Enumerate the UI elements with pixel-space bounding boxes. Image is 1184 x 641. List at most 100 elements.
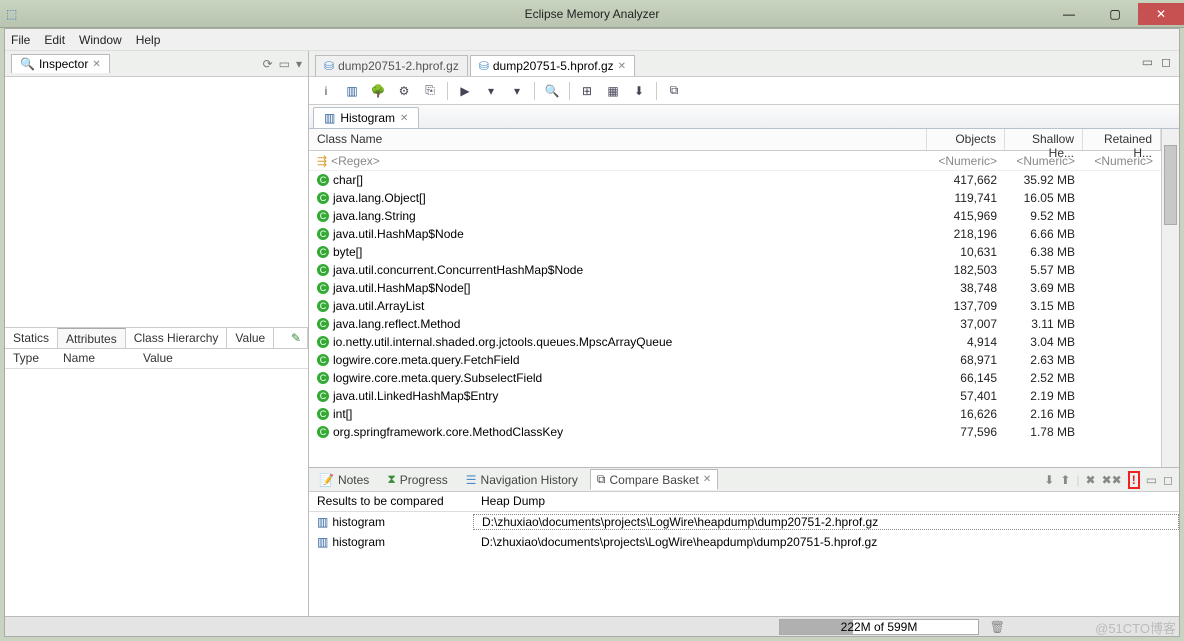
- col-value[interactable]: Value: [135, 349, 181, 368]
- basket-icon: ⧉: [597, 472, 606, 487]
- class-icon: C: [317, 372, 329, 384]
- compare-results-button[interactable]: !: [1128, 471, 1140, 489]
- table-row[interactable]: Cbyte[]10,6316.38 MB: [309, 243, 1161, 261]
- tab-progress[interactable]: ⧗Progress: [381, 470, 453, 489]
- remove-icon[interactable]: ✖: [1086, 473, 1096, 487]
- sync-icon[interactable]: ⟳: [263, 57, 273, 71]
- move-up-icon[interactable]: ⬆: [1060, 473, 1070, 487]
- histogram-icon: ▥: [324, 111, 335, 125]
- table-row[interactable]: Cjava.lang.Object[]119,74116.05 MB: [309, 189, 1161, 207]
- watermark: @51CTO博客: [1095, 618, 1176, 637]
- remove-all-icon[interactable]: ✖✖: [1102, 473, 1122, 487]
- menu-window[interactable]: Window: [79, 33, 122, 47]
- main-toolbar: i ▥ 🌳 ⚙ ⎘ ▶ ▾ ▾ 🔍 ⊞ ▦ ⬇ ⧉: [309, 77, 1179, 105]
- table-row[interactable]: Cjava.lang.String415,9699.52 MB: [309, 207, 1161, 225]
- class-icon: C: [317, 426, 329, 438]
- group-icon[interactable]: ⊞: [576, 80, 598, 102]
- run-icon[interactable]: ▶: [454, 80, 476, 102]
- table-row[interactable]: Cio.netty.util.internal.shaded.org.jctoo…: [309, 333, 1161, 351]
- tab-notes[interactable]: 📝Notes: [313, 471, 375, 489]
- col-objects[interactable]: Objects: [927, 129, 1005, 150]
- compare-icon[interactable]: ⧉: [663, 80, 685, 102]
- class-icon: C: [317, 210, 329, 222]
- menu-edit[interactable]: Edit: [44, 33, 65, 47]
- compare-row[interactable]: ▥histogramD:\zhuxiao\documents\projects\…: [309, 512, 1179, 532]
- maximize-view-icon[interactable]: ◻: [1163, 473, 1173, 487]
- close-icon[interactable]: ✕: [92, 59, 100, 70]
- menu-help[interactable]: Help: [136, 33, 161, 47]
- table-row[interactable]: Cchar[]417,66235.92 MB: [309, 171, 1161, 189]
- compare-row[interactable]: ▥histogramD:\zhuxiao\documents\projects\…: [309, 532, 1179, 552]
- table-row[interactable]: Corg.springframework.core.MethodClassKey…: [309, 423, 1161, 441]
- tab-nav-history[interactable]: ☰Navigation History: [460, 471, 584, 489]
- dropdown-icon[interactable]: ▾: [480, 80, 502, 102]
- maximize-button[interactable]: ▢: [1092, 3, 1138, 25]
- col-heap-dump[interactable]: Heap Dump: [473, 492, 1179, 511]
- class-icon: C: [317, 336, 329, 348]
- editor-tab-2[interactable]: ⛁ dump20751-5.hprof.gz ✕: [470, 55, 635, 76]
- maximize-view-icon[interactable]: ◻: [1161, 55, 1171, 69]
- histogram-icon: ▥: [317, 515, 328, 529]
- minimize-button[interactable]: —: [1046, 3, 1092, 25]
- class-icon: C: [317, 264, 329, 276]
- filter-row[interactable]: ⇶<Regex> <Numeric> <Numeric> <Numeric>: [309, 151, 1161, 171]
- move-down-icon[interactable]: ⬇: [1044, 473, 1054, 487]
- histogram-inner-tab[interactable]: ▥ Histogram ✕: [313, 107, 419, 128]
- heap-dump-icon: ⛁: [479, 59, 489, 73]
- heap-dump-icon: ⛁: [324, 59, 334, 73]
- export-icon[interactable]: ⬇: [628, 80, 650, 102]
- col-results[interactable]: Results to be compared: [309, 492, 473, 511]
- class-icon: C: [317, 282, 329, 294]
- minimize-view-icon[interactable]: ▭: [1142, 55, 1153, 69]
- close-button[interactable]: ✕: [1138, 3, 1184, 25]
- close-icon[interactable]: ✕: [618, 61, 626, 72]
- tab-statics[interactable]: Statics: [5, 328, 58, 348]
- app-icon: ⬚: [6, 7, 17, 21]
- tab-value[interactable]: Value: [227, 328, 274, 348]
- table-row[interactable]: Cjava.util.concurrent.ConcurrentHashMap$…: [309, 261, 1161, 279]
- close-icon[interactable]: ✕: [703, 474, 711, 485]
- table-row[interactable]: Cjava.util.HashMap$Node[]38,7483.69 MB: [309, 279, 1161, 297]
- table-row[interactable]: Clogwire.core.meta.query.SubselectField6…: [309, 369, 1161, 387]
- table-row[interactable]: Cjava.util.ArrayList137,7093.15 MB: [309, 297, 1161, 315]
- dominator-tree-icon[interactable]: 🌳: [367, 80, 389, 102]
- vertical-scrollbar[interactable]: [1161, 129, 1179, 467]
- tab-compare-basket[interactable]: ⧉Compare Basket✕: [590, 469, 718, 490]
- thread-icon[interactable]: ⎘: [419, 80, 441, 102]
- memory-usage-bar[interactable]: 222M of 599M: [779, 619, 979, 635]
- table-row[interactable]: Cjava.lang.reflect.Method37,0073.11 MB: [309, 315, 1161, 333]
- inspector-tab[interactable]: 🔍 Inspector ✕: [11, 54, 110, 73]
- class-icon: C: [317, 174, 329, 186]
- editor-tab-1[interactable]: ⛁ dump20751-2.hprof.gz: [315, 55, 468, 76]
- histogram-icon[interactable]: ▥: [341, 80, 363, 102]
- class-icon: C: [317, 300, 329, 312]
- calc-icon[interactable]: ▦: [602, 80, 624, 102]
- minimize-view-icon[interactable]: ▭: [279, 57, 290, 71]
- table-row[interactable]: Cjava.util.LinkedHashMap$Entry57,4012.19…: [309, 387, 1161, 405]
- oql-icon[interactable]: ⚙: [393, 80, 415, 102]
- table-row[interactable]: Clogwire.core.meta.query.FetchField68,97…: [309, 351, 1161, 369]
- status-bar: 222M of 599M 🗑: [5, 616, 1179, 636]
- overview-icon[interactable]: i: [315, 80, 337, 102]
- gc-button[interactable]: 🗑: [990, 620, 1005, 634]
- tab-class-hierarchy[interactable]: Class Hierarchy: [126, 328, 228, 348]
- column-headers: Class Name Objects Shallow He... Retaine…: [309, 129, 1161, 151]
- table-row[interactable]: Cjava.util.HashMap$Node218,1966.66 MB: [309, 225, 1161, 243]
- col-shallow[interactable]: Shallow He...: [1005, 129, 1083, 150]
- dropdown-icon[interactable]: ▾: [506, 80, 528, 102]
- view-menu-icon[interactable]: ▾: [296, 57, 302, 71]
- col-name[interactable]: Name: [55, 349, 135, 368]
- col-type[interactable]: Type: [5, 349, 55, 368]
- find-icon[interactable]: 🔍: [541, 80, 563, 102]
- history-icon: ☰: [466, 473, 477, 487]
- pin-icon[interactable]: ✎: [274, 328, 308, 348]
- filter-icon: ⇶: [317, 154, 327, 168]
- minimize-view-icon[interactable]: ▭: [1146, 473, 1157, 487]
- close-icon[interactable]: ✕: [400, 113, 408, 124]
- table-row[interactable]: Cint[]16,6262.16 MB: [309, 405, 1161, 423]
- class-icon: C: [317, 228, 329, 240]
- col-class-name[interactable]: Class Name: [309, 129, 927, 150]
- tab-attributes[interactable]: Attributes: [58, 328, 126, 348]
- menu-file[interactable]: File: [11, 33, 30, 47]
- col-retained[interactable]: Retained H...: [1083, 129, 1161, 150]
